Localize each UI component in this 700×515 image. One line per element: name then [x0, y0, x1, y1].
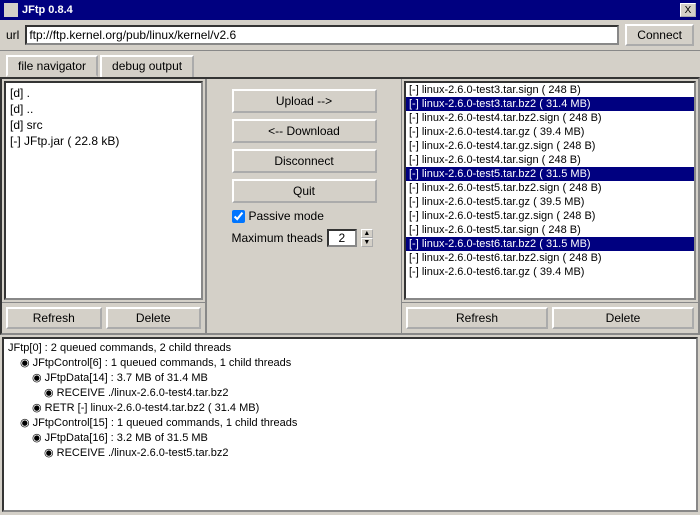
max-threads-label: Maximum theads: [232, 231, 323, 245]
app-title: JFtp 0.8.4: [22, 4, 73, 16]
remote-file-item[interactable]: [-] linux-2.6.0-test6.tar.bz2 ( 31.5 MB): [406, 237, 694, 251]
local-file-list[interactable]: [d] .[d] ..[d] src[-] JFtp.jar ( 22.8 kB…: [4, 81, 203, 300]
disconnect-button[interactable]: Disconnect: [232, 149, 377, 173]
log-item[interactable]: ◉ RETR [-] linux-2.6.0-test4.tar.bz2 ( 3…: [6, 400, 694, 415]
log-item[interactable]: ◉ JFtpControl[6] : 1 queued commands, 1 …: [6, 355, 694, 370]
connect-button[interactable]: Connect: [625, 24, 694, 46]
remote-file-item[interactable]: [-] linux-2.6.0-test5.tar.gz ( 39.5 MB): [406, 195, 694, 209]
remote-file-item[interactable]: [-] linux-2.6.0-test5.tar.bz2.sign ( 248…: [406, 181, 694, 195]
remote-file-list[interactable]: [-] linux-2.6.0-test3.tar.sign ( 248 B)[…: [404, 81, 696, 300]
log-item[interactable]: ◉ RECEIVE ./linux-2.6.0-test5.tar.bz2: [6, 445, 694, 460]
app-icon: [4, 3, 18, 17]
remote-file-item[interactable]: [-] linux-2.6.0-test4.tar.gz ( 39.4 MB): [406, 125, 694, 139]
remote-file-item[interactable]: [-] linux-2.6.0-test5.tar.gz.sign ( 248 …: [406, 209, 694, 223]
remote-file-item[interactable]: [-] linux-2.6.0-test6.tar.bz2.sign ( 248…: [406, 251, 694, 265]
local-file-item[interactable]: [d] .: [8, 85, 199, 101]
max-threads-row: Maximum theads ▲ ▼: [232, 229, 377, 247]
log-item[interactable]: JFtp[0] : 2 queued commands, 2 child thr…: [6, 341, 694, 355]
right-bottom-bar: Refresh Delete: [402, 302, 698, 333]
local-delete-button[interactable]: Delete: [106, 307, 202, 329]
remote-delete-button[interactable]: Delete: [552, 307, 694, 329]
remote-file-item[interactable]: [-] linux-2.6.0-test4.tar.sign ( 248 B): [406, 153, 694, 167]
remote-file-item[interactable]: [-] linux-2.6.0-test3.tar.bz2 ( 31.4 MB): [406, 97, 694, 111]
max-threads-input[interactable]: [327, 229, 357, 247]
main-content: [d] .[d] ..[d] src[-] JFtp.jar ( 22.8 kB…: [0, 77, 700, 335]
remote-file-item[interactable]: [-] linux-2.6.0-test4.tar.bz2.sign ( 248…: [406, 111, 694, 125]
remote-file-item[interactable]: [-] linux-2.6.0-test5.tar.sign ( 248 B): [406, 223, 694, 237]
debug-log-area[interactable]: JFtp[0] : 2 queued commands, 2 child thr…: [2, 337, 698, 512]
controls-panel: Upload --> <-- Download Disconnect Quit …: [207, 79, 402, 333]
download-button[interactable]: <-- Download: [232, 119, 377, 143]
passive-mode-checkbox[interactable]: [232, 210, 245, 223]
right-panel: [-] linux-2.6.0-test3.tar.sign ( 248 B)[…: [402, 79, 698, 333]
thread-spinner: ▲ ▼: [361, 229, 373, 247]
log-item[interactable]: ◉ JFtpData[14] : 3.7 MB of 31.4 MB: [6, 370, 694, 385]
title-bar: JFtp 0.8.4 X: [0, 0, 700, 20]
thread-up-button[interactable]: ▲: [361, 229, 373, 238]
url-bar: url Connect: [0, 20, 700, 51]
url-input[interactable]: [25, 25, 619, 45]
close-button[interactable]: X: [680, 3, 696, 17]
url-label: url: [6, 28, 19, 42]
quit-button[interactable]: Quit: [232, 179, 377, 203]
log-item[interactable]: ◉ JFtpControl[15] : 1 queued commands, 1…: [6, 415, 694, 430]
left-bottom-bar: Refresh Delete: [2, 302, 205, 333]
left-panel: [d] .[d] ..[d] src[-] JFtp.jar ( 22.8 kB…: [2, 79, 207, 333]
remote-file-item[interactable]: [-] linux-2.6.0-test5.tar.bz2 ( 31.5 MB): [406, 167, 694, 181]
passive-mode-label: Passive mode: [249, 209, 324, 223]
local-refresh-button[interactable]: Refresh: [6, 307, 102, 329]
remote-file-item[interactable]: [-] linux-2.6.0-test4.tar.gz.sign ( 248 …: [406, 139, 694, 153]
local-file-item[interactable]: [d] ..: [8, 101, 199, 117]
remote-file-item[interactable]: [-] linux-2.6.0-test3.tar.sign ( 248 B): [406, 83, 694, 97]
remote-file-item[interactable]: [-] linux-2.6.0-test6.tar.gz ( 39.4 MB): [406, 265, 694, 279]
passive-mode-row: Passive mode: [232, 209, 377, 223]
tab-bar: file navigator debug output: [0, 51, 700, 77]
log-item[interactable]: ◉ RECEIVE ./linux-2.6.0-test4.tar.bz2: [6, 385, 694, 400]
thread-down-button[interactable]: ▼: [361, 238, 373, 247]
upload-button[interactable]: Upload -->: [232, 89, 377, 113]
local-file-item[interactable]: [d] src: [8, 117, 199, 133]
tab-debug-output[interactable]: debug output: [100, 55, 194, 77]
tab-file-navigator[interactable]: file navigator: [6, 55, 98, 77]
remote-refresh-button[interactable]: Refresh: [406, 307, 548, 329]
log-item[interactable]: ◉ JFtpData[16] : 3.2 MB of 31.5 MB: [6, 430, 694, 445]
local-file-item[interactable]: [-] JFtp.jar ( 22.8 kB): [8, 133, 199, 149]
